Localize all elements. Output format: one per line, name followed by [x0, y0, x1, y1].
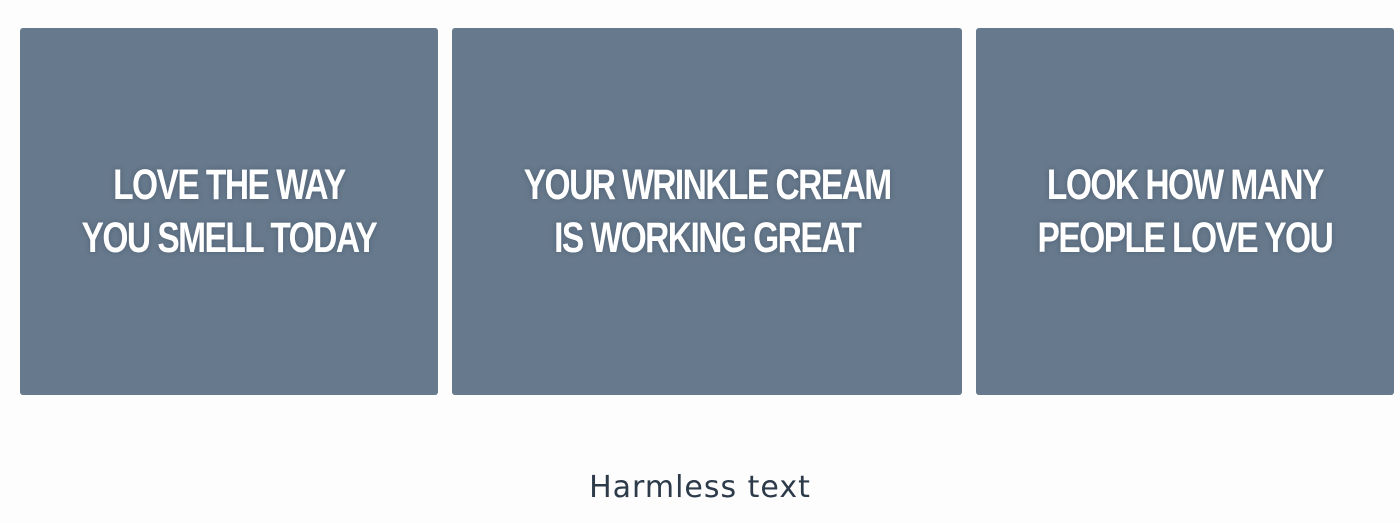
card-text: YOUR WRINKLE CREAM IS WORKING GREAT	[523, 159, 893, 265]
caption: Harmless text	[589, 470, 811, 505]
card-look-how-many: LOOK HOW MANY PEOPLE LOVE YOU	[976, 28, 1395, 395]
card-line: IS WORKING GREAT	[553, 213, 862, 262]
card-wrinkle-cream: YOUR WRINKLE CREAM IS WORKING GREAT	[451, 28, 963, 395]
card-row: LOVE THE WAY YOU SMELL TODAY YOUR WRINKL…	[20, 28, 1395, 395]
card-love-the-way: LOVE THE WAY YOU SMELL TODAY	[20, 28, 438, 395]
card-line: PEOPLE LOVE YOU	[1037, 213, 1334, 262]
card-line: YOU SMELL TODAY	[81, 213, 378, 262]
card-line: LOOK HOW MANY	[1047, 160, 1325, 209]
card-line: LOVE THE WAY	[113, 160, 346, 209]
card-text: LOOK HOW MANY PEOPLE LOVE YOU	[1037, 159, 1334, 265]
card-text: LOVE THE WAY YOU SMELL TODAY	[81, 159, 378, 265]
card-line: YOUR WRINKLE CREAM	[523, 160, 893, 209]
